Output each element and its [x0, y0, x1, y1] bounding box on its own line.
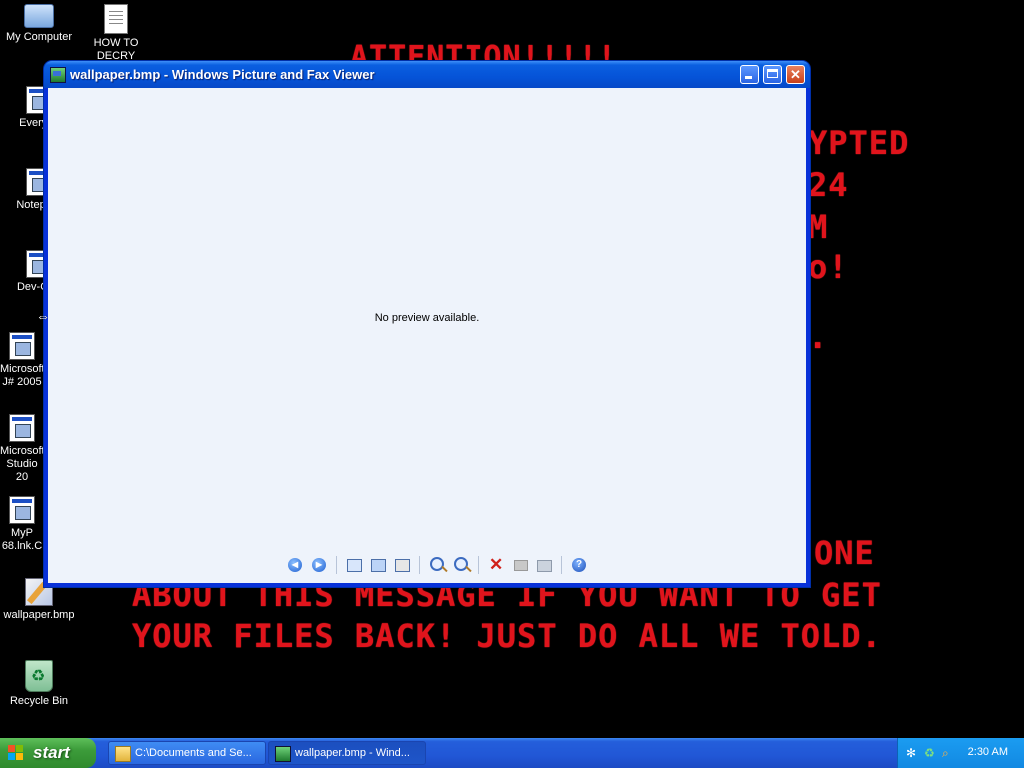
next-image-button[interactable]: ▶	[309, 555, 329, 575]
window-title: wallpaper.bmp - Windows Picture and Fax …	[70, 67, 375, 82]
slideshow-button[interactable]	[392, 555, 412, 575]
no-preview-message: No preview available.	[374, 312, 480, 324]
windows-logo-icon	[8, 745, 24, 761]
edit-button[interactable]	[534, 555, 554, 575]
toolbar-separator	[478, 556, 479, 574]
desktop-icon-my-computer[interactable]: My Computer	[0, 4, 78, 44]
wallpaper-line-dot: .	[808, 318, 829, 356]
zoom-in-icon	[430, 557, 444, 571]
start-button[interactable]: start	[0, 738, 96, 768]
help-icon: ?	[572, 558, 586, 572]
desktop-icon-label: My Computer	[5, 31, 73, 43]
window-title-bar[interactable]: wallpaper.bmp - Windows Picture and Fax …	[44, 61, 810, 88]
desktop-icon-label: wallpaper.bmp	[3, 609, 75, 621]
toolbar-separator	[561, 556, 562, 574]
computer-icon	[24, 4, 54, 28]
print-button[interactable]	[510, 555, 530, 575]
desktop-icon-label: Microsoft J# 2005	[0, 363, 45, 388]
picture-viewer-icon	[50, 67, 66, 83]
taskbar-button-label: C:\Documents and Se...	[135, 747, 252, 759]
viewer-toolbar: ◀ ▶ ✕ ?	[283, 555, 591, 575]
desktop-icon-microsoft-studio[interactable]: Microsoft Studio 20	[0, 414, 45, 484]
previous-image-button[interactable]: ◀	[285, 555, 305, 575]
taskbar-button-explorer[interactable]: C:\Documents and Se...	[108, 741, 266, 765]
zoom-in-button[interactable]	[427, 555, 447, 575]
image-preview-area[interactable]: No preview available. ◀ ▶ ✕ ?	[48, 88, 806, 583]
help-button[interactable]: ?	[569, 555, 589, 575]
taskbar-button-label: wallpaper.bmp - Wind...	[295, 747, 410, 759]
wallpaper-line-crypted: YPTED	[808, 124, 910, 162]
taskbar: start C:\Documents and Se... wallpaper.b…	[0, 738, 1024, 768]
zoom-out-button[interactable]	[451, 555, 471, 575]
desktop-icon-label: MyP 68.lnk.C	[1, 527, 43, 552]
wallpaper-line-o: o!	[808, 248, 849, 286]
previous-image-icon: ◀	[288, 558, 302, 572]
desktop-icon-how-to-decrypt[interactable]: HOW TO DECRY	[77, 4, 155, 60]
wallpaper-line-24: 24	[808, 166, 849, 204]
desktop-icon-microsoft-jsharp[interactable]: Microsoft J# 2005	[0, 332, 45, 389]
taskbar-clock[interactable]: 2:30 AM	[968, 746, 1008, 758]
minimize-button[interactable]	[740, 65, 759, 84]
maximize-button[interactable]	[763, 65, 782, 84]
print-icon	[514, 560, 528, 571]
close-button[interactable]: ✕	[786, 65, 805, 84]
text-document-icon	[104, 4, 128, 34]
edit-icon	[537, 560, 552, 572]
application-icon	[9, 496, 35, 524]
actual-size-icon	[371, 559, 386, 572]
resize-cursor-icon: ⇔	[36, 308, 50, 324]
delete-button[interactable]: ✕	[486, 555, 506, 575]
best-fit-icon	[347, 559, 362, 572]
search-icon[interactable]: ⌕	[942, 746, 956, 760]
toolbar-separator	[419, 556, 420, 574]
application-icon	[9, 332, 35, 360]
wallpaper-line-m: M	[808, 208, 829, 246]
desktop-icon-myp-lnk[interactable]: MyP 68.lnk.C	[0, 496, 44, 553]
slideshow-icon	[395, 559, 410, 572]
wallpaper-line-one: ONE	[814, 534, 875, 572]
network-icon[interactable]: ✻	[906, 746, 920, 760]
desktop-icon-label: Recycle Bin	[9, 695, 69, 707]
folder-icon	[115, 746, 131, 762]
close-icon: ✕	[790, 67, 801, 82]
delete-icon: ✕	[489, 555, 504, 574]
zoom-out-icon	[454, 557, 468, 571]
recycle-bin-icon	[25, 660, 53, 692]
desktop-icon-label: HOW TO DECRY	[93, 37, 139, 60]
start-label: start	[33, 743, 70, 762]
toolbar-separator	[336, 556, 337, 574]
maximize-icon	[764, 66, 781, 83]
minimize-icon	[741, 66, 758, 83]
picture-viewer-window[interactable]: wallpaper.bmp - Windows Picture and Fax …	[44, 61, 810, 587]
system-tray: ✻ ♻ ⌕ 2:30 AM	[897, 738, 1024, 768]
actual-size-button[interactable]	[368, 555, 388, 575]
picture-viewer-icon	[275, 746, 291, 762]
best-fit-button[interactable]	[344, 555, 364, 575]
next-image-icon: ▶	[312, 558, 326, 572]
application-icon	[9, 414, 35, 442]
taskbar-button-picture-viewer[interactable]: wallpaper.bmp - Wind...	[268, 741, 426, 765]
safely-remove-hardware-icon[interactable]: ♻	[924, 746, 938, 760]
wallpaper-line-files-back: YOUR FILES BACK! JUST DO ALL WE TOLD.	[132, 617, 882, 655]
desktop-icon-label: Microsoft Studio 20	[0, 445, 45, 483]
desktop-icon-recycle-bin[interactable]: Recycle Bin	[0, 660, 78, 708]
